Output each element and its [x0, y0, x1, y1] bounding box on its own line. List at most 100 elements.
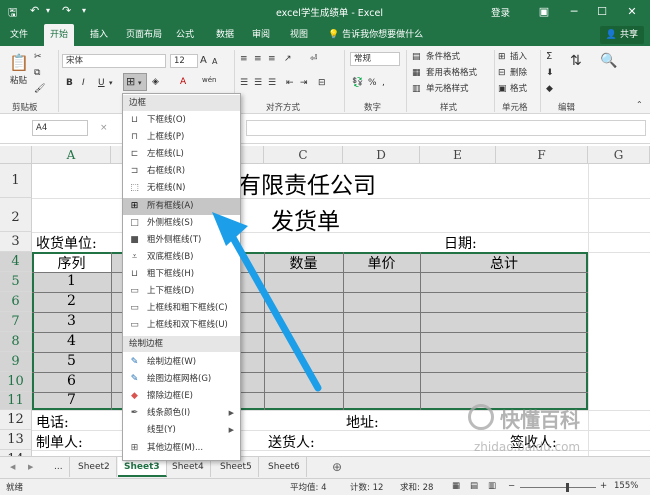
delete-cells-button[interactable]: 删除 — [510, 66, 527, 80]
row-header[interactable]: 1 — [0, 164, 32, 198]
page-layout-view-icon[interactable]: ▤ — [470, 481, 478, 491]
format-painter-icon[interactable]: 🖌 — [34, 82, 45, 96]
column-header[interactable]: F — [496, 146, 588, 164]
login-link[interactable]: 登录 — [491, 5, 510, 19]
cell-styles-button[interactable]: 单元格样式 — [426, 82, 469, 96]
font-size-box[interactable]: 12 — [170, 54, 198, 68]
cut-icon[interactable]: ✂ — [34, 50, 42, 64]
undo-dropdown-icon[interactable]: ▾ — [46, 6, 50, 15]
row-header[interactable]: 13 — [0, 430, 32, 450]
delete-cells-icon[interactable]: ⊟ — [498, 66, 506, 80]
row-header[interactable]: 2 — [0, 198, 32, 232]
underline-button[interactable]: U — [98, 76, 105, 90]
cancel-icon[interactable]: × — [100, 121, 108, 135]
wrap-text-icon[interactable]: ⏎ — [310, 52, 318, 66]
clear-icon[interactable]: ◆ — [546, 82, 553, 96]
align-bottom-icon[interactable]: ≡ — [268, 52, 276, 66]
menu-item-line-style[interactable]: 线型(Y) ▶ — [123, 422, 240, 439]
add-sheet-icon[interactable]: ⊕ — [326, 457, 348, 477]
menu-item-no-border[interactable]: ⬚ 无框线(N) — [123, 180, 240, 197]
name-box[interactable]: A4 — [32, 120, 88, 136]
percent-icon[interactable]: % — [368, 76, 377, 90]
phonetic-icon[interactable]: wén — [202, 73, 216, 87]
tab-view[interactable]: 视图 — [284, 24, 314, 46]
row-header[interactable]: 7 — [0, 312, 32, 332]
italic-button[interactable]: I — [82, 76, 85, 90]
underline-dropdown-icon[interactable]: ▾ — [109, 76, 113, 90]
menu-item-outside-borders[interactable]: □ 外侧框线(S) — [123, 215, 240, 232]
copy-icon[interactable]: ⧉ — [34, 66, 40, 80]
row-header[interactable]: 8 — [0, 332, 32, 352]
column-header[interactable]: G — [588, 146, 650, 164]
undo-icon[interactable]: ↶ — [30, 4, 39, 17]
menu-item-more-borders[interactable]: ⊞ 其他边框(M)... — [123, 440, 240, 457]
autosum-icon[interactable]: Σ — [546, 50, 552, 64]
paste-label[interactable]: 粘贴 — [10, 74, 27, 88]
column-header[interactable]: C — [264, 146, 343, 164]
row-header[interactable]: 9 — [0, 352, 32, 372]
row-header[interactable]: 11 — [0, 392, 32, 410]
zoom-slider[interactable] — [520, 487, 596, 488]
sort-filter-icon[interactable]: ⇅ — [570, 54, 582, 68]
align-top-icon[interactable]: ≡ — [240, 52, 248, 66]
menu-item-right-border[interactable]: ⊐ 右框线(R) — [123, 163, 240, 180]
bold-button[interactable]: B — [66, 76, 73, 90]
menu-item-top-border[interactable]: ⊓ 上框线(P) — [123, 129, 240, 146]
conditional-format-icon[interactable]: ▤ — [412, 50, 421, 64]
close-button[interactable]: ✕ — [618, 2, 646, 22]
column-header[interactable]: E — [420, 146, 496, 164]
align-right-icon[interactable]: ☰ — [268, 76, 276, 90]
menu-item-left-border[interactable]: ⊏ 左框线(L) — [123, 146, 240, 163]
cell-styles-icon[interactable]: ▥ — [412, 82, 421, 96]
column-header[interactable]: A — [32, 146, 111, 164]
orientation-icon[interactable]: ↗ — [284, 52, 292, 66]
page-break-view-icon[interactable]: ▥ — [488, 481, 496, 491]
menu-item-top-thick-bottom-border[interactable]: ▭ 上框线和粗下框线(C) — [123, 300, 240, 317]
insert-cells-icon[interactable]: ⊞ — [498, 50, 506, 64]
paste-icon[interactable]: 📋 — [8, 52, 30, 74]
fill-color-icon[interactable]: ◈ — [152, 75, 159, 89]
menu-item-line-color[interactable]: ✒ 线条颜色(I) ▶ — [123, 405, 240, 422]
column-header[interactable]: D — [343, 146, 420, 164]
customize-toolbar-icon[interactable]: ▾ — [82, 6, 86, 15]
maximize-button[interactable]: ☐ — [588, 2, 616, 22]
menu-item-draw-border[interactable]: ✎ 绘制边框(W) — [123, 354, 240, 371]
tab-formulas[interactable]: 公式 — [170, 24, 200, 46]
select-all-corner[interactable] — [0, 146, 32, 164]
tab-insert[interactable]: 插入 — [84, 24, 114, 46]
zoom-level[interactable]: 155% — [614, 481, 638, 491]
menu-item-erase-border[interactable]: ◆ 擦除边框(E) — [123, 388, 240, 405]
insert-cells-button[interactable]: 插入 — [510, 50, 527, 64]
conditional-format-button[interactable]: 条件格式 — [426, 50, 460, 64]
zoom-slider-thumb[interactable] — [566, 483, 569, 492]
currency-icon[interactable]: 💱 — [352, 76, 363, 90]
font-name-box[interactable]: 宋体 — [62, 54, 166, 68]
next-sheet-icon[interactable]: ▶ — [22, 457, 39, 477]
row-header[interactable]: 6 — [0, 292, 32, 312]
share-button[interactable]: 👤 共享 — [599, 26, 644, 44]
more-sheets-button[interactable]: ... — [48, 457, 70, 477]
tab-review[interactable]: 审阅 — [246, 24, 276, 46]
menu-item-bottom-border[interactable]: ⊔ 下框线(O) — [123, 112, 240, 129]
merge-center-icon[interactable]: ⊟ — [318, 76, 326, 90]
row-header[interactable]: 10 — [0, 372, 32, 392]
align-middle-icon[interactable]: ≡ — [254, 52, 262, 66]
align-left-icon[interactable]: ☰ — [240, 76, 248, 90]
menu-item-top-double-bottom-border[interactable]: ▭ 上框线和双下框线(U) — [123, 317, 240, 334]
minimize-button[interactable]: ─ — [560, 2, 588, 22]
number-format-box[interactable]: 常规 — [350, 52, 400, 66]
row-header[interactable]: 5 — [0, 272, 32, 292]
menu-item-thick-outside-borders[interactable]: ■ 粗外侧框线(T) — [123, 232, 240, 249]
row-header[interactable]: 3 — [0, 232, 32, 252]
formula-input[interactable] — [246, 120, 646, 136]
menu-item-top-bottom-border[interactable]: ▭ 上下框线(D) — [123, 283, 240, 300]
table-format-icon[interactable]: ▦ — [412, 66, 421, 80]
increase-indent-icon[interactable]: ⇥ — [300, 76, 308, 90]
redo-icon[interactable]: ↷ — [62, 4, 71, 17]
row-header[interactable]: 12 — [0, 410, 32, 430]
collapse-ribbon-icon[interactable]: ⌃ — [636, 98, 643, 112]
menu-item-thick-bottom-border[interactable]: ⊔ 粗下框线(H) — [123, 266, 240, 283]
format-as-table-button[interactable]: 套用表格格式 — [426, 66, 477, 80]
zoom-in-icon[interactable]: + — [600, 481, 607, 491]
decrease-indent-icon[interactable]: ⇤ — [286, 76, 294, 90]
